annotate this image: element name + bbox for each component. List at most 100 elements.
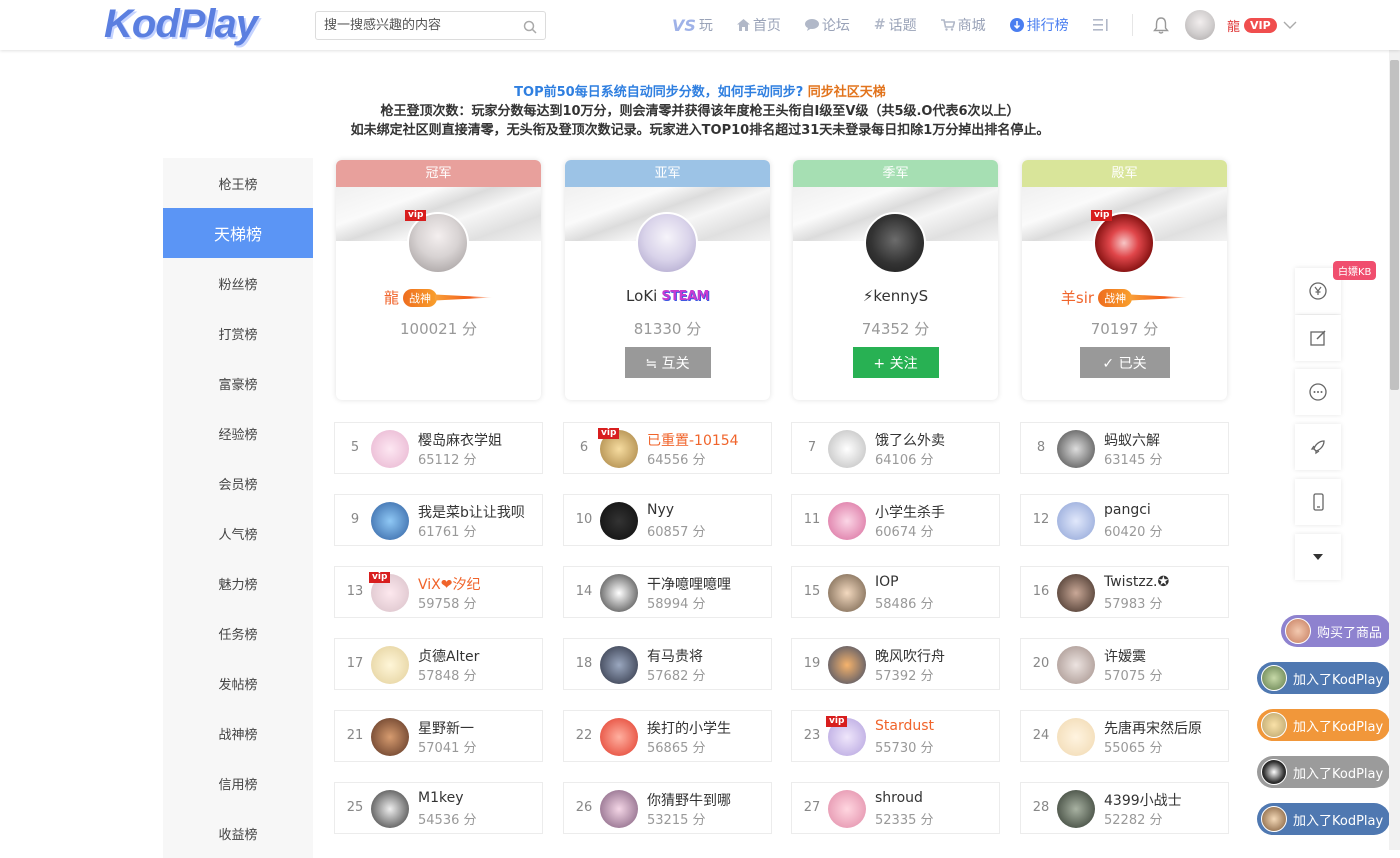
player-name[interactable]: 小学生杀手	[875, 502, 945, 522]
rank-card[interactable]: 17 贞德Alter 57848 分	[334, 638, 543, 690]
rank-card[interactable]: 26 你猜野牛到哪 53215 分	[563, 782, 772, 834]
nav-home[interactable]: 首页	[736, 15, 781, 35]
sidebar-item-war-god[interactable]: 战神榜	[163, 708, 313, 758]
user-avatar[interactable]	[1185, 10, 1215, 40]
rank-card[interactable]: 11 小学生杀手 60674 分	[791, 494, 1000, 546]
avatar[interactable]	[407, 212, 469, 274]
user-name[interactable]: 龍	[1227, 16, 1240, 35]
sidebar-item-fans[interactable]: 粉丝榜	[163, 258, 313, 308]
avatar[interactable]	[1057, 790, 1095, 828]
player-name[interactable]: 贞德Alter	[418, 646, 479, 666]
sidebar-item-member[interactable]: 会员榜	[163, 458, 313, 508]
avatar[interactable]	[1057, 574, 1095, 612]
follow-button[interactable]: + 关注	[852, 347, 939, 378]
rank-card[interactable]: 16 Twistzz.✪ 57983 分	[1020, 566, 1229, 618]
avatar[interactable]	[828, 646, 866, 684]
bell-icon[interactable]	[1153, 16, 1169, 34]
avatar[interactable]	[600, 718, 638, 756]
player-name[interactable]: 樱岛麻衣学姐	[418, 430, 502, 450]
activity-join[interactable]: 加入了KodPlay	[1257, 709, 1390, 741]
player-name[interactable]: ⚡kennyS	[863, 287, 928, 305]
rank-card[interactable]: 20 许嫒霙 57075 分	[1020, 638, 1229, 690]
rank-card[interactable]: 10 Nyy 60857 分	[563, 494, 772, 546]
player-name[interactable]: LoKi	[626, 287, 657, 305]
rank-card[interactable]: 13 ViX❤汐纪 59758 分 vip	[334, 566, 543, 618]
rank-card[interactable]: 9 我是菜b让让我呗 61761 分	[334, 494, 543, 546]
activity-purchase[interactable]: 购买了商品	[1281, 615, 1391, 647]
player-name[interactable]: Nyy	[647, 502, 674, 518]
avatar[interactable]	[600, 502, 638, 540]
player-name[interactable]: 挨打的小学生	[647, 718, 731, 738]
avatar[interactable]	[600, 646, 638, 684]
sidebar-item-exp[interactable]: 经验榜	[163, 408, 313, 458]
avatar[interactable]	[828, 430, 866, 468]
avatar[interactable]	[371, 718, 409, 756]
nav-topic[interactable]: # 话题	[874, 15, 917, 35]
rank-card[interactable]: 7 饿了么外卖 64106 分	[791, 422, 1000, 474]
player-name[interactable]: 许嫒霙	[1104, 646, 1146, 666]
player-name[interactable]: shroud	[875, 790, 923, 806]
chevron-down-icon[interactable]	[1283, 21, 1297, 29]
player-name[interactable]: 你猜野牛到哪	[647, 790, 731, 810]
avatar[interactable]	[371, 790, 409, 828]
avatar[interactable]	[828, 574, 866, 612]
sidebar-item-gun-king[interactable]: 枪王榜	[163, 158, 313, 208]
player-name[interactable]: 星野新一	[418, 718, 474, 738]
kb-badge[interactable]: 白嫖KB	[1333, 261, 1377, 280]
sidebar-item-task[interactable]: 任务榜	[163, 608, 313, 658]
rank-card[interactable]: 25 M1key 54536 分	[334, 782, 543, 834]
message-tool[interactable]	[1295, 369, 1341, 415]
nav-vs-play[interactable]: VS 玩	[672, 15, 713, 35]
nav-ranking[interactable]: 排行榜	[1009, 15, 1069, 35]
sidebar-item-tips[interactable]: 打赏榜	[163, 308, 313, 358]
rank-card[interactable]: 24 先唐再宋然后原 55065 分	[1020, 710, 1229, 762]
nav-forum[interactable]: 论坛	[804, 15, 850, 35]
player-name[interactable]: 羊sir	[1061, 287, 1094, 308]
avatar[interactable]	[636, 212, 698, 274]
rank-card[interactable]: 8 蚂蚁六解 63145 分	[1020, 422, 1229, 474]
player-name[interactable]: ViX❤汐纪	[418, 574, 480, 594]
sidebar-item-rich[interactable]: 富豪榜	[163, 358, 313, 408]
unfollow-button[interactable]: ✓ 已关	[1079, 347, 1170, 378]
avatar[interactable]	[371, 502, 409, 540]
sidebar-item-posts[interactable]: 发帖榜	[163, 658, 313, 708]
sidebar-item-credit[interactable]: 信用榜	[163, 758, 313, 808]
mutual-follow-button[interactable]: ≒ 互关	[624, 347, 711, 378]
player-name[interactable]: 蚂蚁六解	[1104, 430, 1160, 450]
site-logo[interactable]: KodPlay	[104, 2, 258, 47]
sidebar-item-ladder[interactable]: 天梯榜	[163, 208, 313, 258]
rank-card[interactable]: 23 Stardust 55730 分 vip	[791, 710, 1000, 762]
player-name[interactable]: 已重置-10154	[647, 430, 739, 450]
player-name[interactable]: 先唐再宋然后原	[1104, 718, 1202, 738]
player-name[interactable]: M1key	[418, 790, 464, 806]
rank-card[interactable]: 28 4399小战士 52282 分	[1020, 782, 1229, 834]
activity-join[interactable]: 加入了KodPlay	[1257, 803, 1390, 835]
sidebar-item-income[interactable]: 收益榜	[163, 808, 313, 858]
avatar[interactable]	[1093, 212, 1155, 274]
avatar[interactable]	[828, 790, 866, 828]
avatar[interactable]	[828, 502, 866, 540]
sync-link[interactable]: 同步社区天梯	[808, 85, 886, 100]
edit-tool[interactable]	[1295, 315, 1341, 361]
rocket-tool[interactable]	[1295, 424, 1341, 470]
rank-card[interactable]: 15 IOP 58486 分	[791, 566, 1000, 618]
avatar[interactable]	[864, 212, 926, 274]
rank-card[interactable]: 6 已重置-10154 64556 分 vip	[563, 422, 772, 474]
avatar[interactable]	[1057, 430, 1095, 468]
avatar[interactable]	[1057, 646, 1095, 684]
sidebar-item-popular[interactable]: 人气榜	[163, 508, 313, 558]
activity-join[interactable]: 加入了KodPlay	[1257, 756, 1390, 788]
rank-card[interactable]: 18 有马贵将 57682 分	[563, 638, 772, 690]
avatar[interactable]	[1057, 718, 1095, 756]
page-scrollbar[interactable]	[1389, 0, 1400, 850]
rank-card[interactable]: 27 shroud 52335 分	[791, 782, 1000, 834]
nav-shop[interactable]: 商城	[940, 15, 986, 35]
avatar[interactable]	[600, 574, 638, 612]
rank-card[interactable]: 22 挨打的小学生 56865 分	[563, 710, 772, 762]
avatar[interactable]	[371, 430, 409, 468]
scroll-down-tool[interactable]	[1295, 534, 1341, 580]
player-name[interactable]: 4399小战士	[1104, 790, 1182, 810]
player-name[interactable]: 晚风吹行舟	[875, 646, 945, 666]
avatar[interactable]	[600, 790, 638, 828]
sidebar-item-charm[interactable]: 魅力榜	[163, 558, 313, 608]
